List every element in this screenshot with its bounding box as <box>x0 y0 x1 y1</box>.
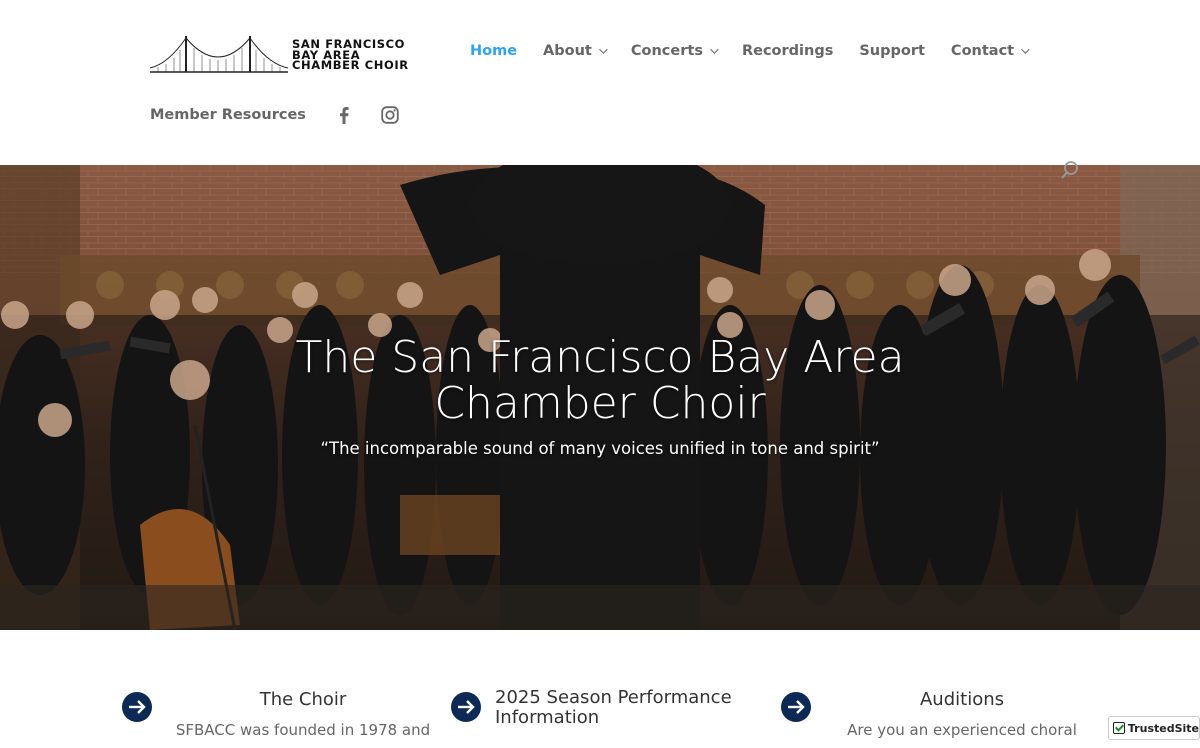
nav-item-home[interactable]: Home <box>470 43 517 59</box>
blurb-the-choir: The Choir SFBACC was founded in 1978 and <box>122 688 442 748</box>
nav-item-label: Contact <box>950 43 1015 59</box>
arrow-right-icon[interactable] <box>122 692 152 722</box>
site-logo[interactable]: SAN FRANCISCO BAY AREA CHAMBER CHOIR <box>150 34 420 76</box>
trustedsite-badge[interactable]: TrustedSite <box>1108 716 1200 740</box>
nav-item-label: Concerts <box>630 43 703 59</box>
blurb-title: The Choir <box>259 689 347 710</box>
nav-item-member-resources[interactable]: Member Resources <box>150 107 306 123</box>
nav-item-concerts[interactable]: Concerts <box>630 43 719 59</box>
instagram-icon[interactable] <box>380 105 400 125</box>
badge-label: TrustedSite <box>1127 721 1199 735</box>
blurb-season-info: 2025 Season Performance Information <box>451 688 771 748</box>
blurb-text: Are you an experienced choral <box>847 721 1077 739</box>
main-nav: Home About Concerts Recordings Support C… <box>470 43 1053 59</box>
nav-item-recordings[interactable]: Recordings <box>742 43 833 59</box>
nav-item-label: Home <box>470 43 518 59</box>
nav-item-label: About <box>543 43 592 59</box>
logo-text: SAN FRANCISCO BAY AREA CHAMBER CHOIR <box>292 39 409 71</box>
checkmark-icon <box>1113 722 1125 734</box>
nav-row-two: Member Resources <box>150 105 400 125</box>
blurb-auditions: Auditions Are you an experienced choral <box>781 688 1101 748</box>
nav-item-about[interactable]: About <box>543 43 608 59</box>
blurb-text: SFBACC was founded in 1978 and <box>175 721 431 739</box>
nav-item-label: Support <box>859 43 925 59</box>
chevron-down-icon <box>599 45 608 54</box>
arrow-right-icon[interactable] <box>451 692 481 722</box>
hero-subtitle: “The incomparable sound of many voices u… <box>320 439 880 458</box>
hero-section: The San Francisco Bay Area Chamber Choir… <box>0 165 1200 630</box>
nav-item-contact[interactable]: Contact <box>950 43 1030 59</box>
blurb-title: 2025 Season Performance Information <box>495 687 732 728</box>
hero-title: The San Francisco Bay Area Chamber Choir <box>295 332 905 429</box>
search-icon[interactable] <box>1060 160 1080 180</box>
site-header: SAN FRANCISCO BAY AREA CHAMBER CHOIR Hom… <box>0 0 1200 165</box>
nav-item-label: Recordings <box>741 43 834 59</box>
arrow-right-icon[interactable] <box>781 692 811 722</box>
blurb-title: Auditions <box>919 689 1004 710</box>
logo-line: CHAMBER CHOIR <box>292 58 409 73</box>
golden-gate-bridge-icon <box>150 36 288 73</box>
chevron-down-icon <box>1021 45 1030 54</box>
nav-item-support[interactable]: Support <box>859 43 925 59</box>
chevron-down-icon <box>710 45 719 54</box>
facebook-icon[interactable] <box>334 105 354 125</box>
